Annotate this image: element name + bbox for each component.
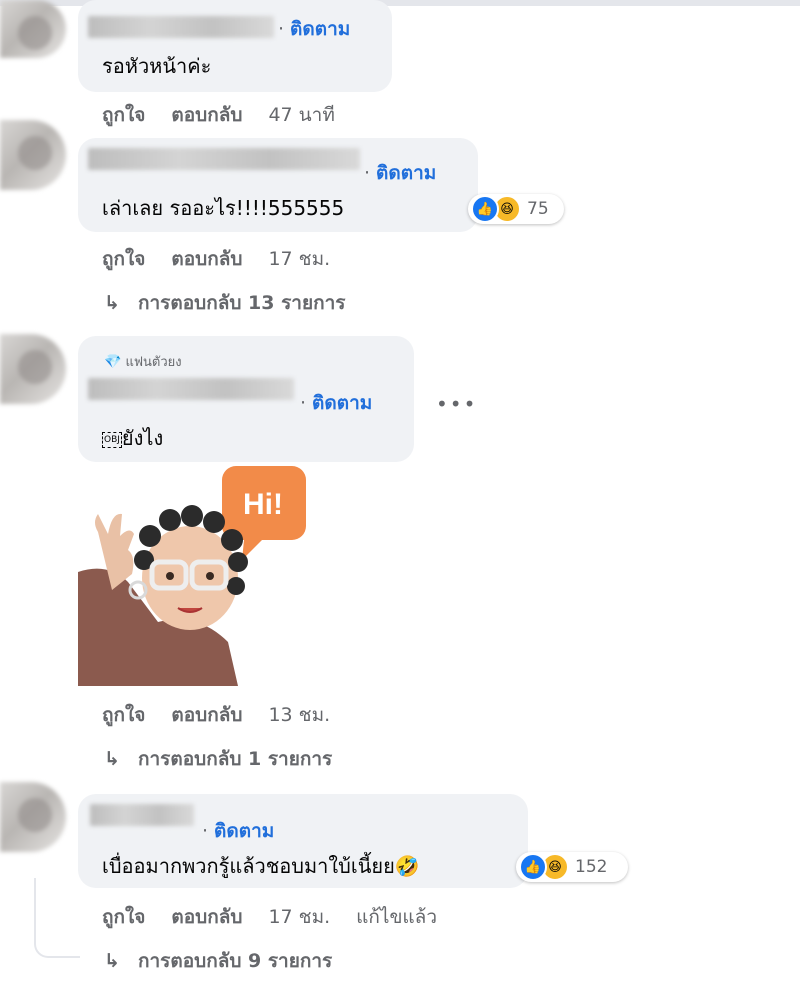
comment-time[interactable]: 47 นาที [268,104,334,126]
commenter-name[interactable] [88,148,360,170]
avatar[interactable] [0,782,66,852]
comment-actions: ถูกใจ ตอบกลับ 47 นาที [102,100,361,130]
follow-button[interactable]: · ติดตาม [364,158,436,188]
view-replies-link[interactable]: ↳ การตอบกลับ 13 รายการ [104,288,345,318]
comment-bubble: · ติดตาม รอหัวหน้าค่ะ [78,0,392,92]
reply-action[interactable]: ตอบกลับ [171,906,242,928]
reaction-summary[interactable]: 👍 😆 75 [468,194,564,224]
diamond-icon: 💎 [104,354,122,370]
rofl-emoji: 🤣 [394,854,420,878]
reply-action[interactable]: ตอบกลับ [171,704,242,726]
reaction-count: 75 [527,199,549,219]
follow-button[interactable]: · ติดตาม [202,816,274,846]
more-options-icon[interactable]: ••• [436,392,477,416]
comment-time[interactable]: 17 ชม. [268,906,330,928]
like-action[interactable]: ถูกใจ [102,248,145,270]
top-fan-badge[interactable]: 💎 แฟนตัวยง [104,351,182,372]
comment-text: เล่าเลย รออะไร!!!!555555 [102,196,345,220]
like-icon: 👍 [471,195,499,223]
comment-time[interactable]: 17 ชม. [268,248,330,270]
reply-arrow-icon: ↳ [104,748,120,770]
comment-text: รอหัวหน้าค่ะ [102,54,212,78]
avatar[interactable] [0,120,66,190]
sticker[interactable]: Hi! [78,462,308,686]
commenter-name[interactable] [90,804,194,826]
commenter-name[interactable] [88,378,294,400]
reply-action[interactable]: ตอบกลับ [171,248,242,270]
reply-arrow-icon: ↳ [104,950,120,972]
commenter-name[interactable] [88,16,274,38]
comment-time[interactable]: 13 ชม. [268,704,330,726]
view-replies-link[interactable]: ↳ การตอบกลับ 1 รายการ [104,744,332,774]
avatar[interactable] [0,334,66,404]
follow-button[interactable]: · ติดตาม [300,388,372,418]
like-action[interactable]: ถูกใจ [102,704,145,726]
sticker-text: Hi! [243,488,283,521]
reply-action[interactable]: ตอบกลับ [171,104,242,126]
comment-actions: ถูกใจ ตอบกลับ 17 ชม. แก้ไขแล้ว [102,902,463,932]
edited-label[interactable]: แก้ไขแล้ว [356,906,437,928]
view-replies-link[interactable]: ↳ การตอบกลับ 9 รายการ [104,946,332,976]
like-action[interactable]: ถูกใจ [102,104,145,126]
like-action[interactable]: ถูกใจ [102,906,145,928]
comment-actions: ถูกใจ ตอบกลับ 13 ชม. [102,700,356,730]
avatar[interactable] [0,0,66,58]
comment-bubble: · ติดตาม เบื่ออมากพวกรู้แล้วชอบมาใบ้เนี้ย… [78,794,528,888]
comment-text: เบื่ออมากพวกรู้แล้วชอบมาใบ้เนี้ยย🤣 [102,854,420,878]
comment-text: OBJ ยังไง [102,426,164,450]
reply-arrow-icon: ↳ [104,292,120,314]
emoji-box-icon: OBJ [102,431,122,448]
reaction-summary[interactable]: 👍 😆 152 [516,852,628,882]
reaction-count: 152 [575,857,608,877]
follow-button[interactable]: · ติดตาม [278,14,350,44]
thread-line [34,910,80,958]
like-icon: 👍 [519,853,547,881]
comment-bubble: · ติดตาม เล่าเลย รออะไร!!!!555555 [78,138,478,232]
comment-actions: ถูกใจ ตอบกลับ 17 ชม. [102,244,356,274]
